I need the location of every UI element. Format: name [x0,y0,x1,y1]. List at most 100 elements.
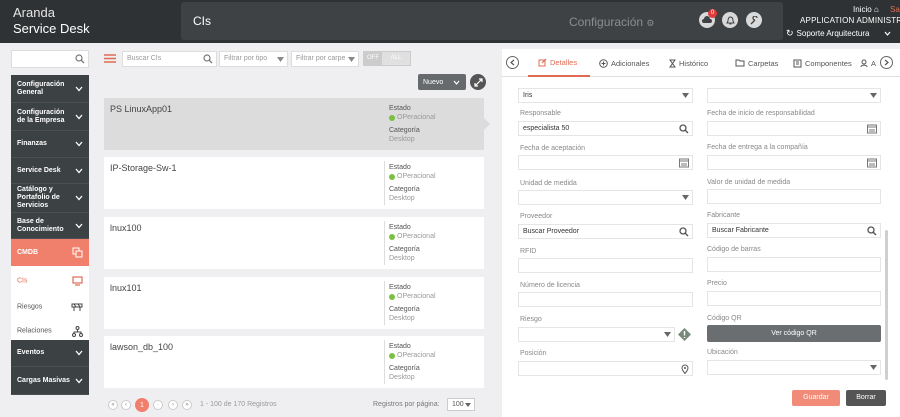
notifications-button[interactable] [722,12,738,28]
save-button[interactable]: Guardar [792,390,840,406]
filter-folder-select[interactable]: Filtrar por carpe [291,51,359,67]
sidebar-subitem-riesgos[interactable]: Riesgos [11,292,89,322]
top-left-select[interactable]: Iris [518,88,693,103]
chevron-down-icon [75,141,83,147]
sidebar-item-base-conocimiento[interactable]: Base de Conocimiento [11,213,89,239]
tools-button[interactable] [746,12,762,28]
ci-list-item[interactable]: PS LinuxApp01 Estado OPeracional Categor… [104,98,484,150]
configuration-link[interactable]: Configuración ⚙ [569,15,654,29]
sidebar-item-catalogo[interactable]: Catálogo y Portafolio de Servicios [11,184,89,213]
delete-button[interactable]: Borrar [846,390,886,406]
tab-detalles[interactable]: Detalles [528,49,590,77]
sidebar-item-configuracion-general[interactable]: Configuración General [11,75,89,103]
ci-name: lnux100 [110,223,142,233]
sidebar-item-configuracion-empresa[interactable]: Configuración de la Empresa [11,103,89,131]
records-range: 1 - 100 de 170 Registros [200,401,277,408]
warning-diamond-icon [678,328,691,341]
caret-down-icon [465,403,471,407]
next-page-button[interactable]: › [168,400,178,410]
codigo-barras-input[interactable] [707,257,881,272]
expand-button[interactable] [470,74,486,90]
sidebar-item-cmdb[interactable]: CMDB [11,239,89,266]
search-icon [679,124,689,134]
search-icon [203,54,213,64]
rfid-input[interactable] [518,258,693,273]
sidebar-subitem-relaciones[interactable]: Relaciones [11,320,89,342]
notification-badge: 0 [708,9,717,18]
fecha-aceptacion-input[interactable] [518,155,693,170]
fecha-aceptacion-label: Fecha de aceptación [520,145,585,152]
fecha-inicio-input[interactable] [707,121,881,136]
chevron-down-icon [75,195,83,201]
tab-historico[interactable]: Histórico [669,49,708,77]
first-page-button[interactable]: « [108,400,118,410]
network-icon [72,326,83,337]
chevron-down-icon [75,86,83,91]
posicion-input[interactable] [518,361,693,376]
filter-type-select[interactable]: Filtrar por tipo [219,51,288,67]
tabs-next-button[interactable] [880,56,893,69]
fecha-inicio-label: Fecha de inicio de responsabilidad [707,110,815,117]
licencia-input[interactable] [518,292,693,307]
gear-icon: ⚙ [646,18,655,28]
home-link[interactable]: Inicio ⌂ [853,5,879,14]
plus-circle-icon [599,58,608,68]
calendar-icon [867,124,877,134]
responsable-label: Responsable [520,110,561,117]
fabricante-label: Fabricante [707,212,741,219]
last-page-button[interactable]: » [182,400,192,410]
search-icon [867,226,877,236]
ubicacion-select[interactable] [707,360,881,375]
unidad-medida-select[interactable] [518,190,693,205]
tab-componentes[interactable]: Componentes [793,49,852,77]
status-dot [389,114,395,121]
selection-pointer [484,118,490,130]
status-dot [389,173,395,180]
tabs-prev-button[interactable] [506,56,519,69]
chevron-down-icon [75,168,83,173]
sidebar-item-eventos[interactable]: Eventos [11,340,89,367]
logout-link[interactable]: Sa [890,5,900,14]
tab-adicionales[interactable]: Adicionales [599,49,649,77]
fecha-entrega-input[interactable] [707,155,881,170]
ci-list-item[interactable]: IP-Storage-Sw-1 Estado OPeracional Categ… [104,157,484,209]
ver-codigo-qr-button[interactable]: Ver código QR [707,325,881,342]
current-page[interactable]: 1 [135,398,149,412]
search-cis-input[interactable]: Buscar CIs [122,51,217,67]
prev-page-button[interactable]: ‹ [121,400,131,410]
tab-more[interactable]: A [860,49,876,77]
brand-name: Aranda [13,5,55,20]
fabricante-input[interactable]: Buscar Fabricante [707,223,881,238]
ci-name: lnux101 [110,283,142,293]
licencia-label: Número de licencia [520,282,580,289]
top-right-select[interactable] [707,88,881,103]
sidebar-item-finanzas[interactable]: Finanzas [11,131,89,158]
responsable-input[interactable]: especialista 50 [518,121,693,136]
ci-list-item[interactable]: lnux101 Estado OPeracional Categoría Des… [104,277,484,329]
page-ellipsis: · [153,400,163,410]
ci-list-item[interactable]: lnux100 Estado OPeracional Categoría Des… [104,217,484,269]
off-all-toggle[interactable]: OFF ALL [363,51,411,66]
map-pin-icon [681,364,689,374]
sidebar-item-service-desk[interactable]: Service Desk [11,158,89,184]
page-size-select[interactable]: 100 [447,398,475,411]
detail-scrollbar[interactable] [885,230,888,380]
proveedor-input[interactable]: Buscar Proveedor [518,224,693,239]
chevron-down-icon [75,114,83,119]
sidebar-search-input[interactable] [11,50,89,68]
new-button[interactable]: Nuevo [418,74,466,90]
chevron-down-icon [885,31,891,36]
sidebar-item-cargas-masivas[interactable]: Cargas Masivas [11,367,89,395]
wrench-icon [750,15,758,24]
precio-input[interactable] [707,291,881,306]
riesgo-select[interactable] [518,327,675,342]
tab-carpetas[interactable]: Carpetas [735,49,778,77]
home-icon: ⌂ [873,5,879,14]
fecha-entrega-label: Fecha de entrega a la compañía [707,144,808,151]
valor-unidad-input[interactable] [707,189,881,204]
hamburger-menu-icon[interactable] [104,54,116,63]
ci-list-item[interactable]: lawson_db_100 Estado OPeracional Categor… [104,336,484,388]
riesgo-info-button[interactable] [677,327,692,342]
caret-down-icon [348,57,355,62]
project-selector[interactable]: ↻ Soporte Arquitectura [786,28,891,39]
